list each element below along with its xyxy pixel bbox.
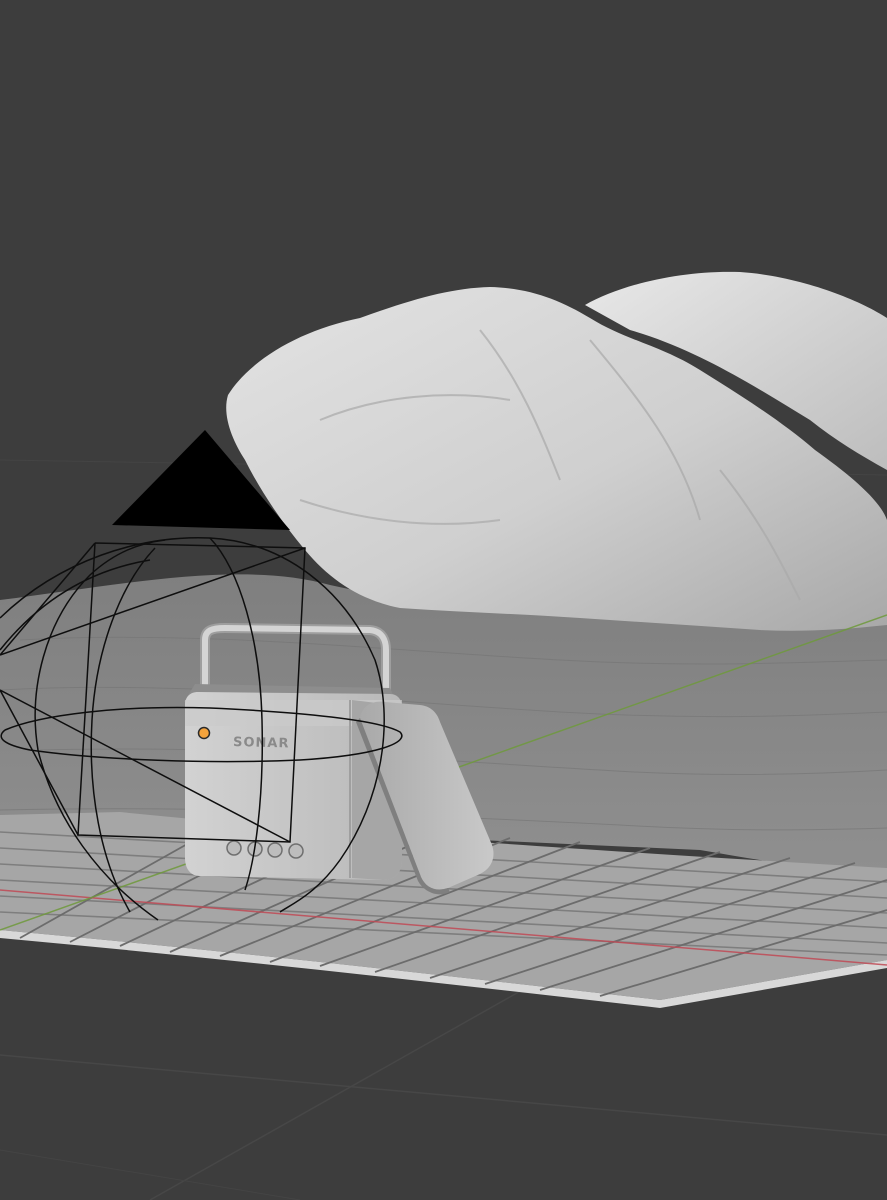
cooler-brand-text: SONAR [233,735,290,751]
3d-viewport[interactable]: SONAR [0,0,887,1200]
viewport-canvas[interactable]: SONAR [0,0,887,1200]
object-origin-dot[interactable] [197,726,211,740]
